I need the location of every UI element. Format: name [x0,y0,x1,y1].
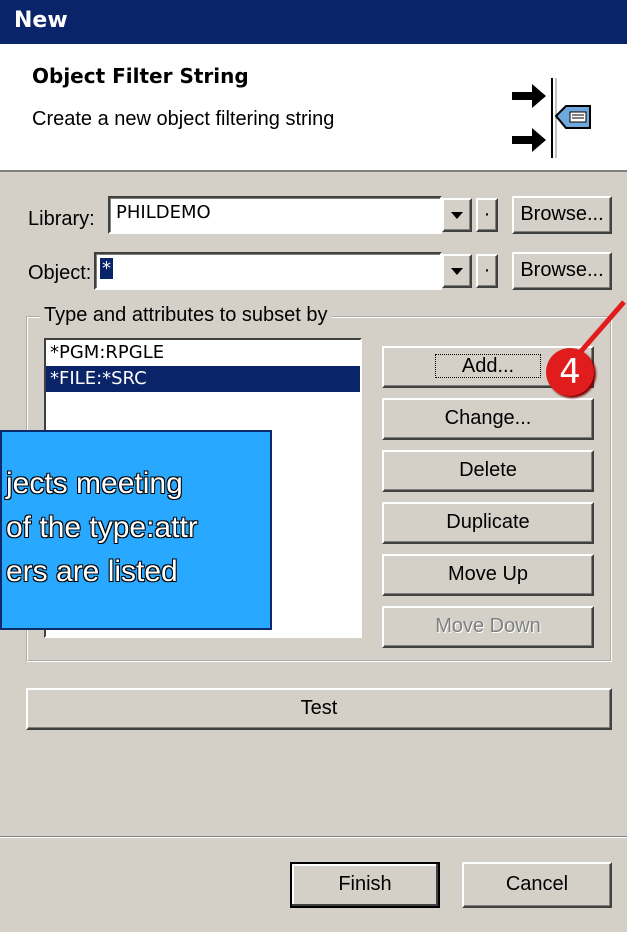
callout-line: jects meeting [6,467,183,500]
page-description: Create a new object filtering string [32,108,335,130]
finish-button[interactable]: Finish [290,862,440,908]
object-dropdown-button[interactable] [442,254,472,288]
library-combo[interactable]: PHILDEMO [108,196,442,234]
library-value: PHILDEMO [116,202,211,223]
duplicate-button[interactable]: Duplicate [382,502,594,544]
page-title: Object Filter String [32,64,249,88]
cancel-button[interactable]: Cancel [462,862,612,908]
callout-line: of the type:attr [6,511,198,544]
window-title: New [14,8,68,33]
library-label: Library: [28,208,95,230]
object-browse-button[interactable]: Browse... [512,252,612,290]
object-promote-button[interactable]: · [476,254,498,288]
move-down-button[interactable]: Move Down [382,606,594,648]
list-item[interactable]: *PGM:RPGLE [46,340,360,366]
filter-wizard-icon [512,78,591,158]
delete-button[interactable]: Delete [382,450,594,492]
object-value: * [100,258,113,279]
move-up-button[interactable]: Move Up [382,554,594,596]
test-button[interactable]: Test [26,688,612,730]
library-browse-button[interactable]: Browse... [512,196,612,234]
object-combo[interactable]: * [94,252,442,290]
list-item[interactable]: *FILE:*SRC [46,366,360,392]
chevron-down-icon [451,212,463,219]
change-button[interactable]: Change... [382,398,594,440]
step-badge: 4 [546,348,594,396]
library-promote-button[interactable]: · [476,198,498,232]
chevron-down-icon [451,268,463,275]
title-bar: New [0,0,627,44]
library-dropdown-button[interactable] [442,198,472,232]
button-bar-divider [0,836,627,838]
group-title: Type and attributes to subset by [40,304,332,327]
callout-line: ers are listed [6,555,178,588]
info-callout: jects meeting of the type:attr ers are l… [0,430,272,630]
object-label: Object: [28,262,92,284]
